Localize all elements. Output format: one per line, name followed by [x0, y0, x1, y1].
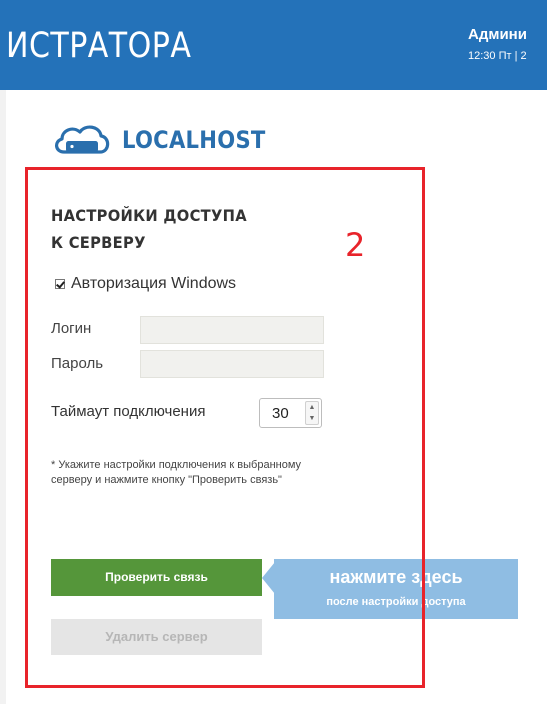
server-name: LOCALHOST [122, 126, 266, 154]
left-edge-strip [0, 90, 6, 704]
cloud-server-icon [55, 125, 110, 154]
annotation-number: 2 [345, 226, 366, 264]
user-name[interactable]: Админи [468, 26, 527, 43]
top-header-bar: ИСТРАТОРА Админи 12:30 Пт | 2 [0, 0, 547, 90]
header-datetime: 12:30 Пт | 2 [468, 50, 527, 62]
page-title: ИСТРАТОРА [6, 26, 192, 66]
